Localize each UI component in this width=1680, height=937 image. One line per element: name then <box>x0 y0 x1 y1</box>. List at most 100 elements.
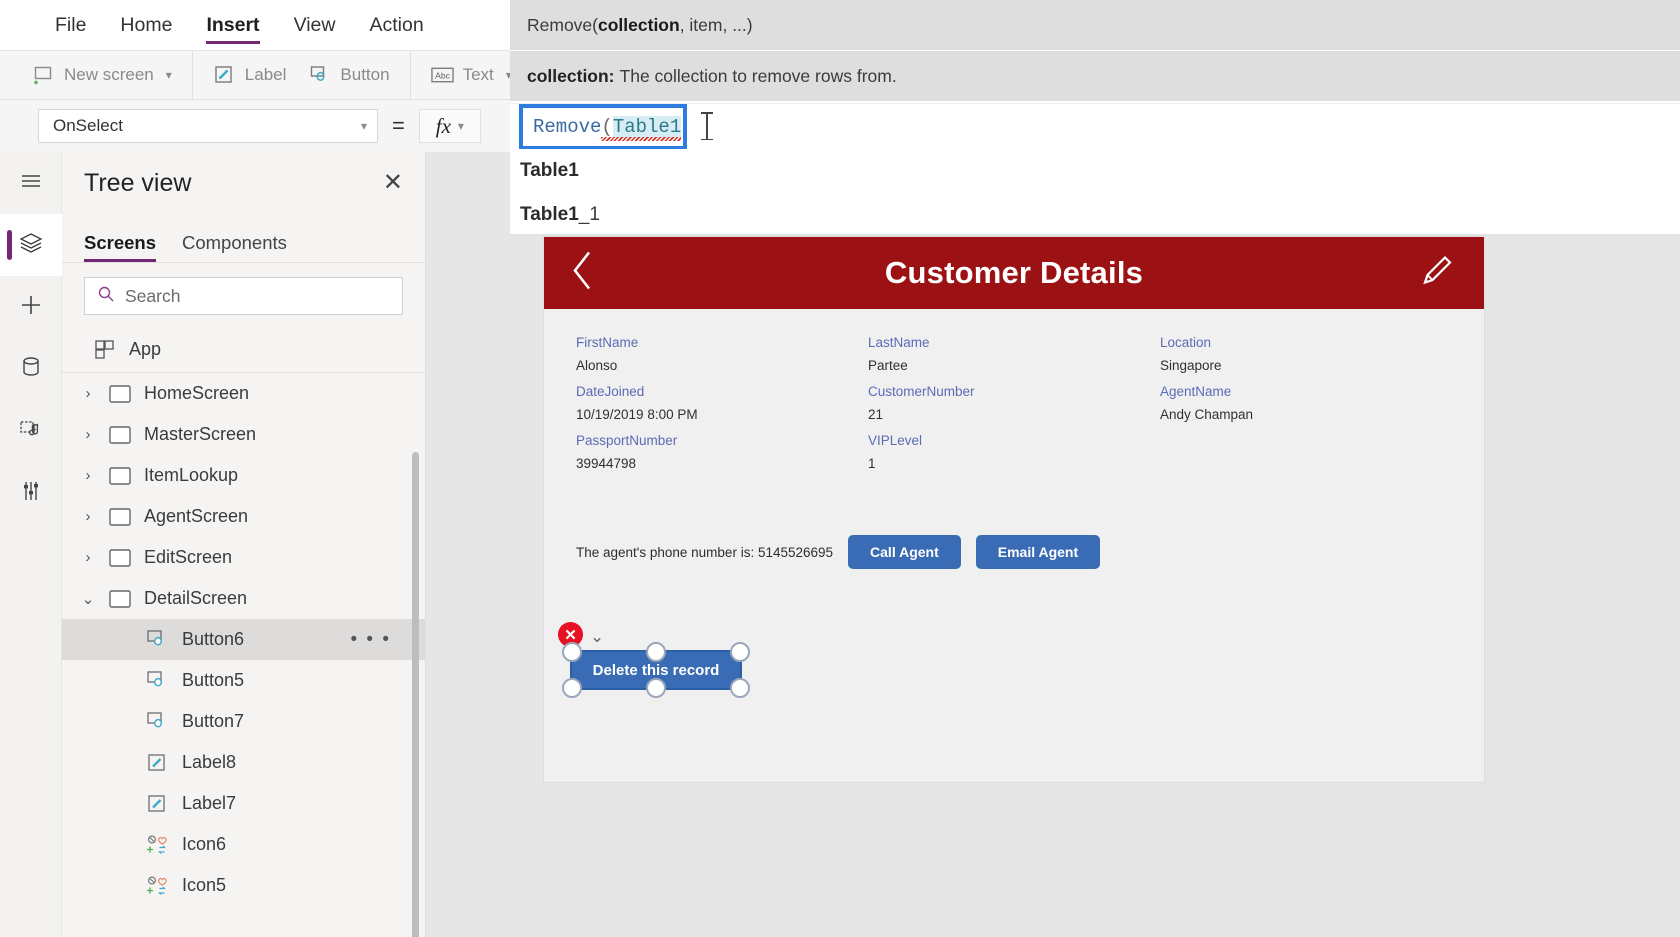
function-signature-bar: Remove(collection, item, ...) <box>510 0 1680 50</box>
tree-row-label: EditScreen <box>144 547 233 567</box>
fx-button[interactable]: fx ▾ <box>418 109 481 143</box>
pencil-edit-icon[interactable] <box>1416 250 1458 297</box>
data-cylinder-icon <box>18 354 44 385</box>
insert-text-button[interactable]: Abc Text ▾ <box>425 64 518 87</box>
chevron-right-icon[interactable]: › <box>80 549 96 566</box>
tree-scrollbar[interactable] <box>412 452 419 937</box>
property-formula-bar: OnSelect ▾ = fx ▾ <box>0 100 560 152</box>
tree-row-icon5[interactable]: ›Icon5 <box>62 865 425 906</box>
suggestion-suffix: _1 <box>578 204 600 225</box>
sidebar-item-advanced[interactable] <box>0 462 62 524</box>
chevron-right-icon[interactable]: › <box>80 508 96 525</box>
screen-icon <box>107 464 133 488</box>
field-label: VIPLevel <box>867 433 923 448</box>
tree-row-homescreen[interactable]: › HomeScreen <box>62 373 425 414</box>
tree-row-button7[interactable]: ›Button7 <box>62 701 425 742</box>
preview-header: Customer Details <box>544 237 1484 309</box>
field-customernumber: CustomerNumber 21 <box>868 384 1160 422</box>
resize-handle-bottom-left[interactable] <box>562 678 582 698</box>
chevron-down-icon[interactable]: ▾ <box>458 119 464 133</box>
screen-preview: Customer Details FirstName Alonso LastNa… <box>544 237 1484 782</box>
formula-function-token: Remove <box>533 116 602 138</box>
suggestion-label: Table1 <box>520 160 579 181</box>
insert-label-button[interactable]: Label <box>207 64 293 87</box>
chevron-right-icon[interactable]: › <box>80 426 96 443</box>
tree-row-label: Label8 <box>182 752 237 772</box>
resize-handle-top-center[interactable] <box>646 642 666 662</box>
insert-text-label: Text <box>462 65 494 84</box>
tree-row-label: AgentScreen <box>144 506 249 526</box>
row-overflow-menu-icon[interactable]: • • • <box>350 629 391 651</box>
menu-item-insert[interactable]: Insert <box>189 0 276 50</box>
screen-icon <box>107 382 133 406</box>
tree-row-editscreen[interactable]: › EditScreen <box>62 537 425 578</box>
email-agent-button[interactable]: Email Agent <box>975 535 1101 569</box>
argument-name-label: collection: <box>527 65 615 86</box>
chevron-right-icon[interactable]: › <box>80 467 96 484</box>
signature-prefix: Remove( <box>527 14 598 35</box>
tree-view-panel: Tree view ✕ Screens Components Search Ap… <box>62 152 426 937</box>
insert-button-button[interactable]: Button <box>302 64 395 87</box>
suggestion-item-table1-1[interactable]: Table1 _1 <box>510 193 1680 237</box>
equals-sign: = <box>392 113 405 138</box>
property-dropdown[interactable]: OnSelect ▾ <box>38 109 378 143</box>
chevron-down-icon[interactable]: ▾ <box>166 68 172 82</box>
suggestion-label: Table1 <box>520 204 579 225</box>
insert-plus-icon <box>18 292 44 323</box>
button-icon <box>145 669 171 693</box>
menu-item-file[interactable]: File <box>38 0 103 50</box>
search-input[interactable] <box>125 285 390 307</box>
sidebar-item-tree-view[interactable] <box>0 214 62 276</box>
tree-row-itemlookup[interactable]: › ItemLookup <box>62 455 425 496</box>
tree-row-icon6[interactable]: ›Icon6 <box>62 824 425 865</box>
tree-row-label: DetailScreen <box>144 588 248 608</box>
resize-handle-top-right[interactable] <box>730 642 750 662</box>
sidebar-item-data[interactable] <box>0 338 62 400</box>
chevron-down-icon[interactable]: ▾ <box>361 119 367 133</box>
field-value: 10/19/2019 8:00 PM <box>576 407 698 422</box>
call-agent-button[interactable]: Call Agent <box>848 535 961 569</box>
label-icon <box>145 751 171 775</box>
menu-item-view[interactable]: View <box>277 0 353 50</box>
menu-item-action[interactable]: Action <box>352 0 440 50</box>
screen-icon <box>107 423 133 447</box>
tree-row-agentscreen[interactable]: › AgentScreen <box>62 496 425 537</box>
chevron-right-icon[interactable]: › <box>80 385 96 402</box>
insert-button-text: Button <box>340 65 390 84</box>
tab-screens[interactable]: Screens <box>84 232 156 262</box>
tree-row-detailscreen[interactable]: ⌄ DetailScreen <box>62 578 425 619</box>
chevron-down-icon[interactable]: ⌄ <box>590 627 604 647</box>
sidebar-item-media[interactable] <box>0 400 62 462</box>
tree-row-label7[interactable]: ›Label7 <box>62 783 425 824</box>
chevron-down-icon[interactable]: ⌄ <box>80 590 96 608</box>
menu-item-home[interactable]: Home <box>103 0 189 50</box>
tree-row-label: Label7 <box>182 793 237 813</box>
tree-row-label8[interactable]: ›Label8 <box>62 742 425 783</box>
suggestion-item-table1[interactable]: Table1 <box>510 149 1680 193</box>
tree-row-masterscreen[interactable]: › MasterScreen <box>62 414 425 455</box>
tree-row-button5[interactable]: ›Button5 <box>62 660 425 701</box>
button-icon <box>308 64 331 87</box>
new-screen-button[interactable]: New screen ▾ <box>26 64 178 87</box>
tree-row-app[interactable]: App <box>62 327 425 373</box>
formula-input[interactable]: Remove(Table1 <box>519 104 687 150</box>
field-value: 39944798 <box>576 456 637 471</box>
agent-contact-row: The agent's phone number is: 5145526695 … <box>576 535 1101 569</box>
tree-row-button6[interactable]: ›Button6• • • <box>62 619 425 660</box>
tree-row-list: › HomeScreen › MasterScreen › ItemLookup › Agen… <box>62 373 425 906</box>
field-agentname: AgentName Andy Champan <box>1160 384 1452 422</box>
resize-handle-bottom-center[interactable] <box>646 678 666 698</box>
sidebar-item-insert[interactable] <box>0 276 62 338</box>
resize-handle-bottom-right[interactable] <box>730 678 750 698</box>
field-label: Location <box>1159 335 1211 350</box>
label-icon <box>213 64 236 87</box>
field-datejoined: DateJoined 10/19/2019 8:00 PM <box>576 384 868 422</box>
tab-components[interactable]: Components <box>182 232 287 262</box>
close-icon[interactable]: ✕ <box>383 171 403 195</box>
resize-handle-top-left[interactable] <box>562 642 582 662</box>
chevron-left-icon[interactable] <box>568 249 598 298</box>
label-icon <box>145 792 171 816</box>
formula-editor-row: Remove(Table1 <box>510 103 1680 150</box>
search-box[interactable] <box>84 277 403 315</box>
hamburger-menu-button[interactable] <box>0 152 62 214</box>
